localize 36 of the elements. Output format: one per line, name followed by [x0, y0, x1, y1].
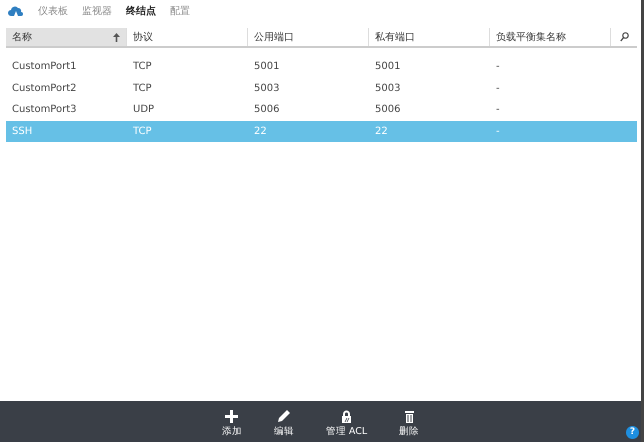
command-button[interactable]: 管理 ACL — [320, 401, 374, 442]
table-cell-text: TCP — [132, 82, 153, 96]
table-cell-text: CustomPort2 — [11, 82, 78, 96]
table-cell-text: TCP — [132, 124, 153, 139]
table-cell-text: SSH — [11, 124, 34, 139]
table-cell-text: 22 — [253, 124, 268, 139]
nav-tab[interactable]: 仪表板 — [38, 4, 68, 18]
table-cell-text: - — [495, 82, 501, 96]
table-cell-text: 22 — [374, 124, 389, 139]
table-cell-text: - — [495, 103, 501, 118]
command-button[interactable]: 删除 — [393, 401, 426, 442]
table-cell-text: - — [495, 60, 501, 74]
table-cell-text: - — [495, 124, 501, 139]
table-cell-text: 5001 — [253, 60, 280, 74]
table-cell-text: 5006 — [253, 103, 280, 118]
nav-tab[interactable]: 监视器 — [82, 4, 112, 18]
column-header[interactable]: 公用端口 — [248, 28, 369, 46]
column-header[interactable]: 协议 — [127, 28, 248, 46]
column-header[interactable]: 负载平衡集名称 — [490, 28, 611, 46]
table-cell-text: 5003 — [374, 82, 402, 96]
table-cell-text: CustomPort3 — [11, 103, 78, 118]
table-cell-text: 5003 — [253, 82, 280, 96]
table-row[interactable]: CustomPort3 UDP 5006 5006 - — [6, 99, 637, 120]
table-cell-text: CustomPort1 — [11, 60, 78, 74]
table-row[interactable]: CustomPort2 TCP 5003 5003 - — [6, 78, 637, 99]
table-cell-text: TCP — [132, 60, 153, 74]
command-button[interactable]: 添加 — [216, 401, 248, 442]
table-cell-text: UDP — [132, 103, 156, 118]
table-row[interactable]: CustomPort1 TCP 5001 5001 - — [6, 56, 637, 78]
column-header[interactable]: 名称 — [6, 28, 127, 46]
table-cell-text: 5001 — [374, 60, 402, 74]
column-header[interactable]: 私有端口 — [369, 28, 490, 46]
nav-tab[interactable]: 配置 — [170, 4, 190, 18]
nav-tab[interactable]: 终结点 — [126, 4, 156, 18]
command-button[interactable]: 编辑 — [268, 401, 300, 442]
table-cell-text: 5006 — [374, 103, 402, 118]
